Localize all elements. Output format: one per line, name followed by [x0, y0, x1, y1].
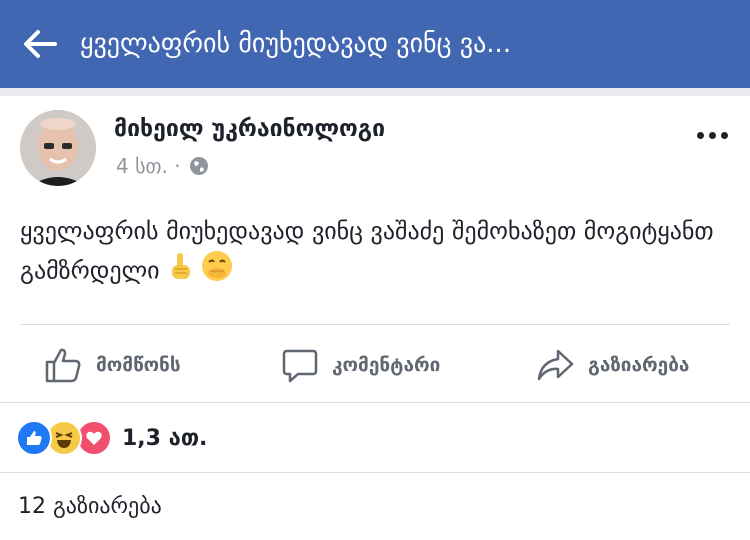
dot [709, 132, 716, 139]
post-body: ყველაფრის მიუხედავად ვინც ვაშაძე შემოხაზ… [20, 217, 714, 285]
post-time[interactable]: 4 სთ. · [116, 154, 181, 178]
separator [20, 324, 730, 325]
post-meta: 4 სთ. · [116, 154, 209, 178]
arrow-left-icon [24, 30, 57, 58]
author-name[interactable]: მიხეილ უკრაინოლოგი [114, 116, 385, 142]
share-button[interactable]: გაზიარება [536, 328, 689, 402]
post-text: ყველაფრის მიუხედავად ვინც ვაშაძე შემოხაზ… [20, 212, 730, 293]
share-icon [537, 349, 574, 381]
more-options-button[interactable] [697, 132, 728, 139]
like-button[interactable]: მომწონს [44, 328, 181, 402]
back-button[interactable] [0, 0, 80, 88]
share-label: გაზიარება [588, 354, 690, 376]
separator [0, 402, 750, 403]
section-divider [0, 88, 750, 96]
like-label: მომწონს [96, 354, 181, 376]
dot [697, 132, 704, 139]
comment-label: კომენტარი [332, 354, 441, 376]
page-title: ყველაფრის მიუხედავად ვინც ვა... [80, 29, 512, 59]
like-reaction-icon [16, 420, 52, 456]
thumbs-up-icon [45, 348, 81, 383]
dot [721, 132, 728, 139]
action-bar: მომწონს კომენტარი გაზიარება [0, 328, 750, 402]
comment-button[interactable]: კომენტარი [282, 328, 440, 402]
top-bar: ყველაფრის მიუხედავად ვინც ვა... [0, 0, 750, 88]
reaction-count: 1,3 ათ. [122, 425, 208, 451]
comment-icon [282, 349, 318, 383]
avatar[interactable] [20, 110, 96, 186]
globe-icon [189, 157, 208, 175]
pointing-up-icon [167, 251, 193, 292]
share-count[interactable]: 12 გაზიარება [18, 494, 162, 519]
post-header: მიხეილ უკრაინოლოგი 4 სთ. · [0, 96, 750, 196]
hand-over-mouth-smile-icon [201, 250, 233, 293]
reactions-summary[interactable]: 1,3 ათ. [16, 420, 207, 456]
separator [0, 472, 750, 473]
